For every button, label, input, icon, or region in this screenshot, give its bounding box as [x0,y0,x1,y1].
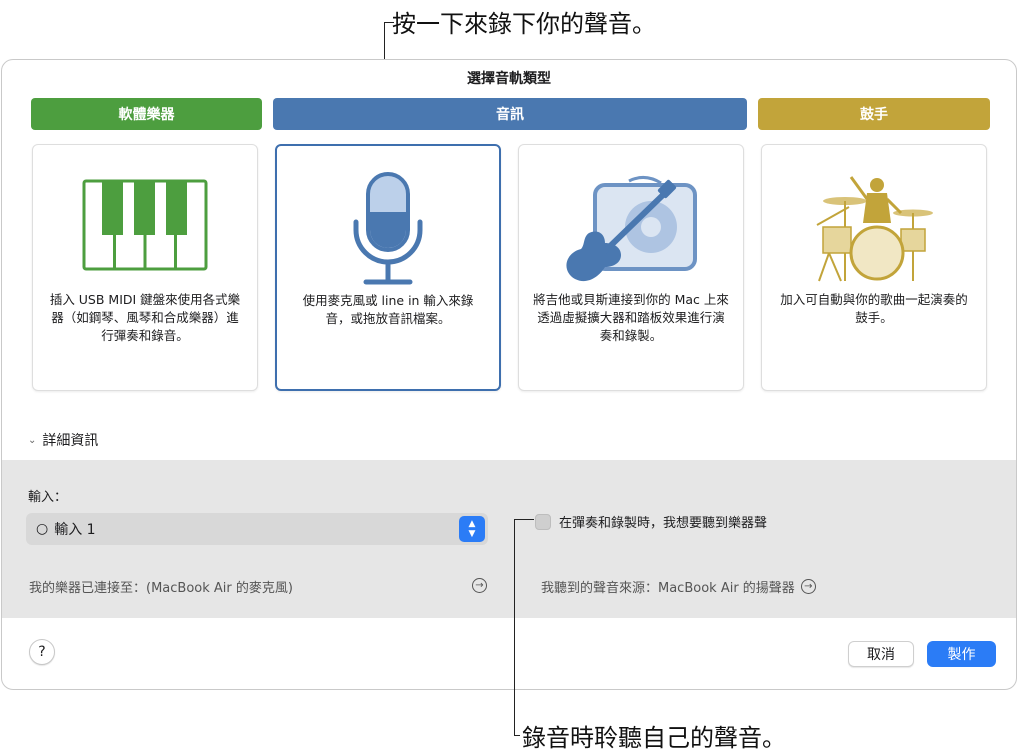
card-description: 使用麥克風或 line in 輸入來錄音，或拖放音訊檔案。 [302,293,474,326]
card-audio-guitar[interactable]: 將吉他或貝斯連接到你的 Mac 上來透過虛擬擴大器和踏板效果進行演奏和錄製。 [518,144,744,391]
stepper-arrows-icon: ▲ ▼ [459,516,485,542]
output-route-label: 我聽到的聲音來源：MacBook Air 的揚聲器 [541,581,795,596]
input-circle-icon: ○ [36,521,49,537]
chevron-down-icon: ⌄ [28,434,37,446]
card-drummer[interactable]: 加入可自動與你的歌曲一起演奏的鼓手。 [761,144,987,391]
category-label: 音訊 [496,107,524,123]
piano-keys-icon [82,179,208,271]
details-label: 詳細資訊 [42,433,99,449]
input-label: 輸入： [28,490,68,505]
category-audio[interactable]: 音訊 [273,98,747,130]
drummer-icon [816,176,933,282]
callout-leader-line [384,22,394,24]
create-button[interactable]: 製作 [927,641,996,667]
callout-monitor-voice: 錄音時聆聽自己的聲音。 [522,724,786,752]
category-software-instrument[interactable]: 軟體樂器 [31,98,262,130]
category-label: 鼓手 [860,107,888,123]
input-select-value: 輸入 1 [54,522,96,538]
details-panel: 輸入： ○ 輸入 1 ▲ ▼ 在彈奏和錄製時，我想要聽到樂器聲 我的樂器已連接至：… [2,460,1016,618]
output-route-arrow-icon[interactable]: → [800,579,816,594]
category-label: 軟體樂器 [118,107,175,123]
input-select[interactable]: ○ 輸入 1 ▲ ▼ [26,513,488,545]
card-audio-microphone[interactable]: 使用麥克風或 line in 輸入來錄音，或拖放音訊檔案。 [275,144,501,391]
monitor-checkbox[interactable] [535,513,551,530]
card-description: 插入 USB MIDI 鍵盤來使用各式樂器（如鋼琴、風琴和合成樂器）進行彈奏和錄… [49,292,241,343]
microphone-icon [353,172,423,285]
cancel-button[interactable]: 取消 [848,641,914,667]
guitar-amp-icon [566,176,697,282]
instrument-route-label: 我的樂器已連接至：(MacBook Air 的麥克風) [29,581,293,596]
callout-leader-line [514,735,520,737]
monitor-label: 在彈奏和錄製時，我想要聽到樂器聲 [559,516,768,531]
callout-leader-line [514,519,516,735]
callout-record-voice: 按一下來錄下你的聲音。 [392,10,656,38]
card-description: 加入可自動與你的歌曲一起演奏的鼓手。 [780,292,968,325]
help-button[interactable]: ? [29,639,55,665]
dialog-title: 選擇音軌類型 [467,71,551,87]
monitor-option[interactable]: 在彈奏和錄製時，我想要聽到樂器聲 [535,512,767,531]
instrument-route-arrow-icon[interactable]: → [472,578,487,593]
card-description: 將吉他或貝斯連接到你的 Mac 上來透過虛擬擴大器和踏板效果進行演奏和錄製。 [533,292,729,343]
callout-leader-line [514,519,534,521]
details-disclosure[interactable]: ⌄ 詳細資訊 [28,430,98,450]
instrument-route: 我的樂器已連接至：(MacBook Air 的麥克風) [29,577,293,596]
category-drummer[interactable]: 鼓手 [758,98,990,130]
track-type-dialog: 選擇音軌類型 軟體樂器 音訊 鼓手 插入 USB MIDI 鍵盤來使用各式樂器（… [1,59,1017,690]
output-route: 我聽到的聲音來源：MacBook Air 的揚聲器 → [541,577,816,596]
card-software-instrument[interactable]: 插入 USB MIDI 鍵盤來使用各式樂器（如鋼琴、風琴和合成樂器）進行彈奏和錄… [32,144,258,391]
